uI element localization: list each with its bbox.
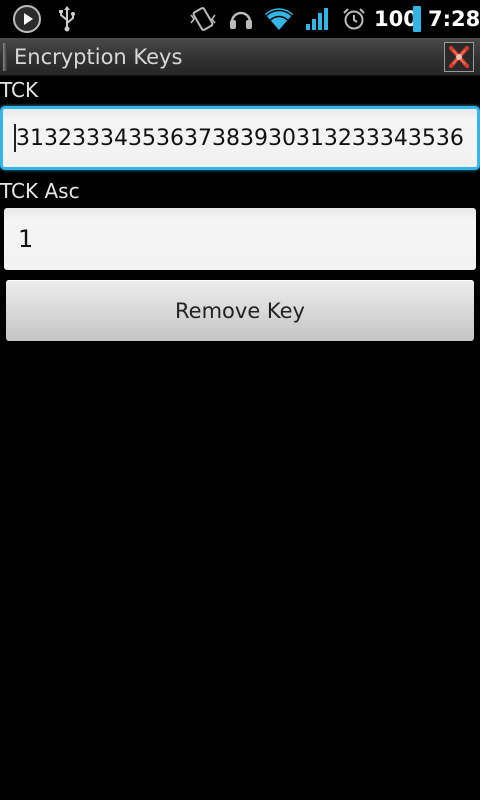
tck-asc-input-value: 1: [18, 225, 34, 253]
remove-key-button[interactable]: Remove Key: [6, 280, 474, 341]
signal-icon: [303, 0, 331, 38]
tck-asc-input[interactable]: 1: [4, 208, 476, 270]
status-time: 7:28: [428, 7, 480, 31]
wifi-icon: [262, 0, 296, 38]
alarm-icon: [341, 0, 367, 38]
page-title: Encryption Keys: [14, 44, 183, 69]
tck-input[interactable]: 31323334353637383930313233343536: [0, 106, 480, 170]
battery-icon: [412, 0, 422, 38]
play-icon: [12, 0, 42, 38]
tck-asc-label: TCK Asc: [0, 179, 80, 203]
headset-icon: [226, 0, 256, 38]
title-bar: Encryption Keys: [0, 38, 480, 76]
remove-key-button-label: Remove Key: [175, 298, 305, 323]
tck-input-value: 31323334353637383930313233343536: [16, 125, 464, 151]
usb-icon: [55, 0, 79, 38]
status-bar: 100 7:28: [0, 0, 480, 38]
title-grip: [3, 43, 7, 71]
app-logo-icon: [444, 42, 474, 72]
vibrate-icon: [188, 0, 218, 38]
tck-label: TCK: [0, 78, 39, 102]
